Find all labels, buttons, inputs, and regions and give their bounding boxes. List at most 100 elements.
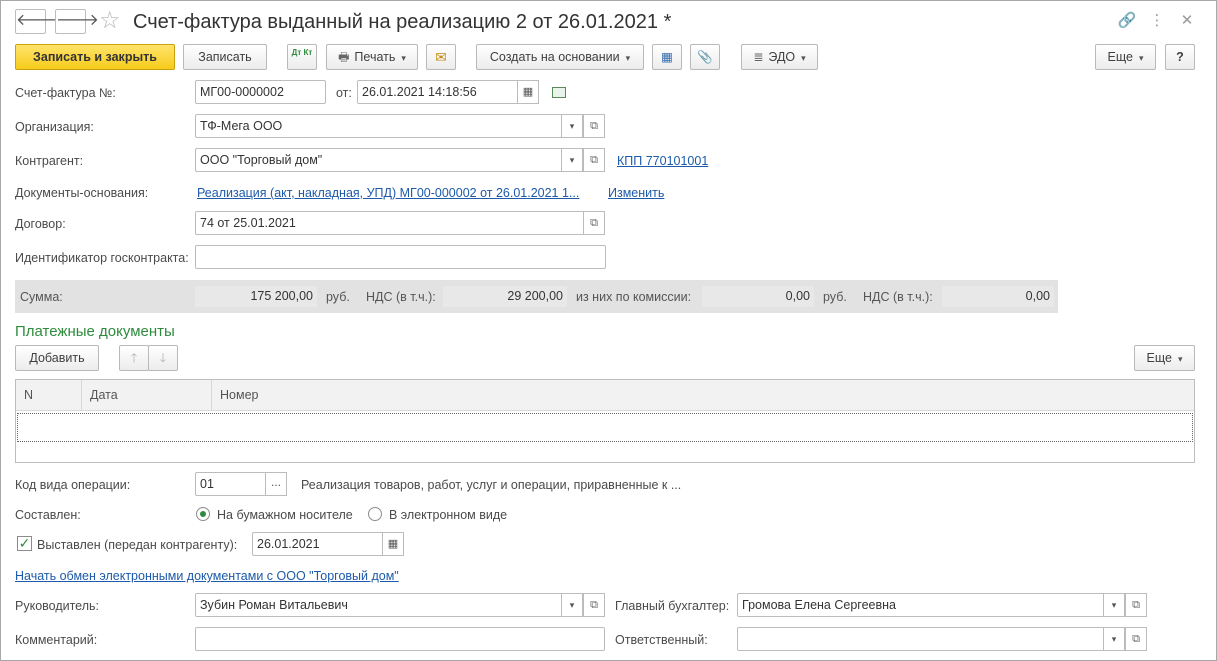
open-icon: ⧉ bbox=[1132, 633, 1140, 645]
link-icon[interactable]: 🔗 bbox=[1117, 11, 1137, 31]
electronic-label[interactable]: В электронном виде bbox=[389, 507, 507, 523]
forward-button[interactable]: 🡒 bbox=[55, 9, 99, 34]
document-status-icon bbox=[552, 87, 566, 98]
save-button[interactable]: Записать bbox=[183, 44, 267, 70]
more-label: Еще bbox=[1107, 50, 1133, 64]
head-label: Руководитель: bbox=[15, 599, 100, 613]
operation-code-select-button[interactable]: ... bbox=[265, 472, 287, 496]
head-open-button[interactable]: ⧉ bbox=[583, 593, 605, 617]
forward-arrow-icon: 🡒 bbox=[56, 12, 99, 29]
arrow-down-icon: 🡓 bbox=[159, 351, 167, 365]
back-button[interactable]: 🡐 bbox=[15, 9, 59, 34]
calendar-icon: ▦ bbox=[387, 538, 399, 550]
vat-label: НДС (в т.ч.): bbox=[366, 290, 436, 304]
column-n[interactable]: N bbox=[16, 380, 82, 411]
electronic-radio[interactable] bbox=[368, 507, 382, 521]
operation-code-input[interactable]: 01 bbox=[195, 472, 267, 496]
operation-code-label: Код вида операции: bbox=[15, 478, 131, 492]
chief-accountant-input[interactable]: Громова Елена Сергеевна bbox=[737, 593, 1105, 617]
operation-code-description: Реализация товаров, работ, услуг и опера… bbox=[301, 478, 682, 492]
structure-button[interactable]: ▦ bbox=[652, 44, 682, 70]
print-button[interactable]: 🖶 Печать ▾ bbox=[326, 44, 418, 70]
column-date[interactable]: Дата bbox=[82, 380, 212, 411]
basis-document-link[interactable]: Реализация (акт, накладная, УПД) МГ00-00… bbox=[197, 185, 579, 201]
edo-button[interactable]: ≣ ЭДО ▾ bbox=[741, 44, 818, 70]
head-dropdown[interactable]: ▾ bbox=[561, 593, 583, 617]
page-title: Счет-фактура выданный на реализацию 2 от… bbox=[133, 11, 672, 33]
contract-open-button[interactable]: ⧉ bbox=[583, 211, 605, 235]
change-basis-link[interactable]: Изменить bbox=[608, 185, 664, 201]
table-row[interactable] bbox=[17, 413, 1193, 442]
chevron-down-icon: ▾ bbox=[801, 53, 806, 63]
more-menu-icon[interactable]: ⋮ bbox=[1147, 11, 1167, 31]
invoice-number-input[interactable]: МГ00-0000002 bbox=[195, 80, 326, 104]
organization-label: Организация: bbox=[15, 120, 94, 134]
envelope-icon: ✉ bbox=[435, 49, 447, 65]
chevron-down-icon: ▾ bbox=[569, 155, 575, 165]
save-and-close-button[interactable]: Записать и закрыть bbox=[15, 44, 175, 70]
email-button[interactable]: ✉ bbox=[426, 44, 456, 70]
counterparty-label: Контрагент: bbox=[15, 154, 84, 168]
comment-label: Комментарий: bbox=[15, 633, 98, 647]
responsible-input[interactable] bbox=[737, 627, 1105, 651]
paper-radio[interactable] bbox=[196, 507, 210, 521]
responsible-label: Ответственный: bbox=[615, 633, 708, 647]
move-up-button[interactable]: 🡑 bbox=[119, 345, 149, 371]
gov-contract-input[interactable] bbox=[195, 245, 606, 269]
start-edo-exchange-link[interactable]: Начать обмен электронными документами с … bbox=[15, 568, 399, 584]
payments-more-button[interactable]: Еще ▾ bbox=[1134, 345, 1195, 371]
back-arrow-icon: 🡐 bbox=[16, 12, 59, 29]
comment-input[interactable] bbox=[195, 627, 605, 651]
move-down-button[interactable]: 🡓 bbox=[148, 345, 178, 371]
structure-icon: ▦ bbox=[661, 50, 673, 64]
chief-accountant-dropdown[interactable]: ▾ bbox=[1103, 593, 1125, 617]
dt-kt-icon: Дт Кт bbox=[291, 48, 313, 57]
organization-dropdown[interactable]: ▾ bbox=[561, 114, 583, 138]
calendar-icon: ▦ bbox=[522, 86, 534, 98]
chief-accountant-open-button[interactable]: ⧉ bbox=[1125, 593, 1147, 617]
calendar-button[interactable]: ▦ bbox=[517, 80, 539, 104]
currency-label: руб. bbox=[326, 290, 350, 304]
issued-date-input[interactable]: 26.01.2021 bbox=[252, 532, 384, 556]
counterparty-input[interactable]: ООО "Торговый дом" bbox=[195, 148, 563, 172]
open-icon: ⧉ bbox=[590, 120, 598, 132]
add-payment-button[interactable]: Добавить bbox=[15, 345, 99, 371]
chevron-down-icon: ▾ bbox=[1111, 600, 1117, 610]
invoice-number-label: Счет-фактура №: bbox=[15, 86, 116, 100]
issued-calendar-button[interactable]: ▦ bbox=[382, 532, 404, 556]
column-number[interactable]: Номер bbox=[212, 380, 1194, 411]
favorite-star-icon[interactable]: ☆ bbox=[99, 8, 121, 34]
payment-documents-title: Платежные документы bbox=[15, 323, 175, 340]
issued-label: Выставлен (передан контрагенту): bbox=[37, 538, 238, 552]
kpp-link[interactable]: КПП 770101001 bbox=[617, 153, 708, 169]
chevron-down-icon: ▾ bbox=[625, 53, 631, 63]
counterparty-open-button[interactable]: ⧉ bbox=[583, 148, 605, 172]
counterparty-dropdown[interactable]: ▾ bbox=[561, 148, 583, 172]
more-button[interactable]: Еще ▾ bbox=[1095, 44, 1156, 70]
invoice-date-input[interactable]: 26.01.2021 14:18:56 bbox=[357, 80, 519, 104]
table-header: N Дата Номер bbox=[16, 380, 1194, 411]
paper-label[interactable]: На бумажном носителе bbox=[217, 507, 353, 523]
invoice-window: 🡐 🡒 ☆ Счет-фактура выданный на реализаци… bbox=[0, 0, 1217, 661]
commission-value: 0,00 bbox=[702, 286, 814, 307]
basis-documents-label: Документы-основания: bbox=[15, 186, 149, 200]
help-button[interactable]: ? bbox=[1165, 44, 1195, 70]
close-icon[interactable]: ✕ bbox=[1177, 11, 1197, 31]
edo-label: ЭДО bbox=[768, 50, 796, 64]
responsible-dropdown[interactable]: ▾ bbox=[1103, 627, 1125, 651]
arrow-up-icon: 🡑 bbox=[130, 351, 138, 365]
vat-commission-value: 0,00 bbox=[942, 286, 1054, 307]
issued-checkbox[interactable]: ✓ bbox=[17, 536, 32, 551]
responsible-open-button[interactable]: ⧉ bbox=[1125, 627, 1147, 651]
date-from-label: от: bbox=[336, 86, 352, 100]
organization-open-button[interactable]: ⧉ bbox=[583, 114, 605, 138]
chief-accountant-label: Главный бухгалтер: bbox=[615, 599, 730, 613]
contract-input[interactable]: 74 от 25.01.2021 bbox=[195, 211, 585, 235]
open-icon: ⧉ bbox=[590, 217, 598, 229]
create-based-on-button[interactable]: Создать на основании ▾ bbox=[476, 44, 644, 70]
organization-input[interactable]: ТФ-Мега ООО bbox=[195, 114, 563, 138]
dt-kt-button[interactable]: Дт Кт bbox=[287, 44, 317, 70]
sum-label: Сумма: bbox=[20, 290, 63, 304]
head-input[interactable]: Зубин Роман Витальевич bbox=[195, 593, 563, 617]
attach-button[interactable]: 📎 bbox=[690, 44, 720, 70]
